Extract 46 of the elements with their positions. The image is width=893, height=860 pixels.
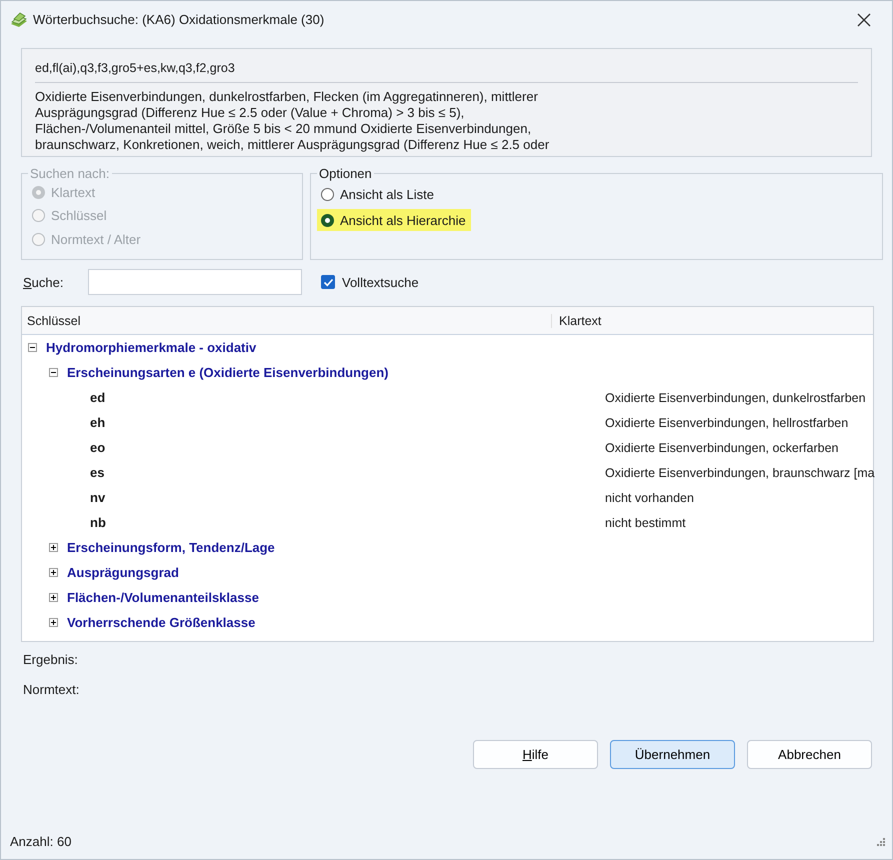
tree-node[interactable]: Erscheinungsarten e (Oxidierte Eisenverbindungen) xyxy=(67,365,388,380)
expand-icon[interactable] xyxy=(49,618,58,627)
normtext-label: Normtext: xyxy=(23,682,80,697)
close-icon[interactable] xyxy=(857,12,871,26)
window-title: Wörterbuchsuche: (KA6) Oxidationsmerkmale (30) xyxy=(33,12,326,27)
dialog-button[interactable]: Übernehmen xyxy=(610,740,735,769)
description-text: Oxidierte Eisenverbindungen, dunkelrostfarben, Flecken (im Aggregatinneren), mittlerer Ausprägungsgrad (Differenz Hue ≤ 2.5 oder (Value + Chroma) > 3 bis ≤ 5), Flächen-/Volumenanteil mittel, Größe 5 bis < 20 mmund Oxidierte Eisenverbindungen, braunschwarz, Konkretionen, weich, mittlerer Ausprägungsgrad (Differenz Hue ≤ 2.5 oder xyxy=(35,89,550,153)
text-cell-text: Oxidierte Eisenverbindungen, dunkelrostfarben xyxy=(604,390,866,404)
key-cell[interactable]: nb xyxy=(90,515,106,530)
collapse-icon[interactable] xyxy=(28,343,37,352)
radio-option[interactable]: Ansicht als Liste xyxy=(317,183,439,205)
expand-icon[interactable] xyxy=(49,593,58,602)
key-cell[interactable]: eh xyxy=(90,415,106,430)
radio-option[interactable]: Ansicht als Hierarchie xyxy=(317,209,471,231)
code-text: ed,fl(ai),q3,f3,gro5+es,kw,q3,f2,gro3 xyxy=(35,61,858,83)
key-cell[interactable]: eo xyxy=(90,440,106,455)
tree-node[interactable]: Flächen-/Volumenanteilsklasse xyxy=(67,590,259,605)
resize-grip-icon[interactable] xyxy=(877,838,885,846)
text-cell-text: Oxidierte Eisenverbindungen, hellrostfarben xyxy=(604,416,848,430)
count-text: Anzahl: 60 xyxy=(10,834,72,849)
tree-node[interactable]: Ausprägungsgrad xyxy=(67,565,179,580)
tree-node[interactable]: Vorherrschende Größenklasse xyxy=(67,615,256,630)
expand-icon[interactable] xyxy=(49,568,58,577)
expand-icon[interactable] xyxy=(49,543,58,552)
search-field[interactable] xyxy=(88,269,302,295)
key-cell[interactable]: nv xyxy=(90,490,106,505)
tree-node[interactable]: Hydromorphiemerkmale - oxidativ xyxy=(46,340,256,355)
column-header[interactable]: Klartext xyxy=(552,314,602,328)
dialog-button[interactable]: Abbrechen xyxy=(747,740,872,769)
result-label: Ergebnis: xyxy=(23,652,79,667)
books-icon xyxy=(10,12,28,28)
key-cell[interactable]: ed xyxy=(90,390,106,405)
dialog-button[interactable]: Hilfe xyxy=(473,740,598,769)
group-title: Suchen nach: xyxy=(29,166,111,181)
text-cell-text: nicht bestimmt xyxy=(604,516,686,530)
text-cell-text: nicht vorhanden xyxy=(604,490,694,504)
text-cell-text: Oxidierte Eisenverbindungen, ockerfarben xyxy=(604,440,838,454)
fulltext-checkbox[interactable]: Volltextsuche xyxy=(321,274,419,290)
group-title: Optionen xyxy=(318,166,373,181)
key-cell[interactable]: es xyxy=(90,465,104,480)
checkmark-icon[interactable] xyxy=(322,276,334,288)
tree-node[interactable]: Erscheinungsform, Tendenz/Lage xyxy=(67,540,275,555)
column-header[interactable]: Schlüssel xyxy=(22,314,552,328)
collapse-icon[interactable] xyxy=(49,368,58,377)
search-label: Suche: xyxy=(22,274,64,290)
text-cell-text: Oxidierte Eisenverbindungen, braunschwarz [ma xyxy=(604,466,875,480)
